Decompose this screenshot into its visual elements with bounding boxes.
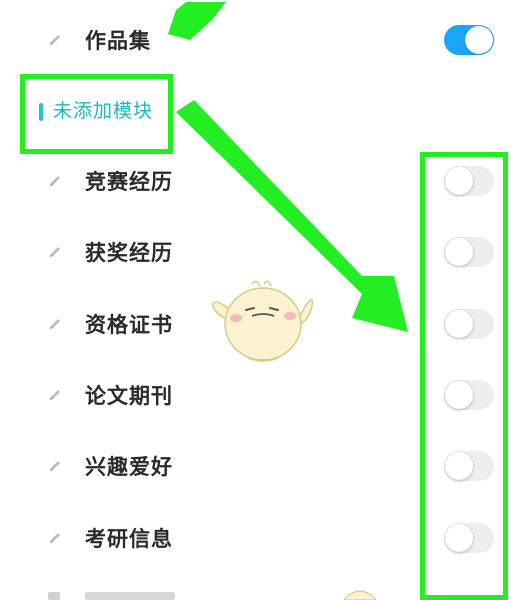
module-row-portfolio: 作品集: [0, 4, 523, 76]
module-label: 竞赛经历: [85, 170, 173, 194]
module-row-postgrad: 考研信息: [0, 502, 523, 574]
partial-row-placeholder: [85, 592, 175, 600]
section-title: 未添加模块: [53, 100, 154, 122]
module-toggle[interactable]: [444, 237, 494, 267]
pencil-icon[interactable]: [44, 170, 66, 192]
pencil-icon[interactable]: [44, 29, 66, 51]
module-label: 作品集: [85, 29, 151, 53]
pencil-icon[interactable]: [44, 384, 66, 406]
module-label: 论文期刊: [85, 384, 173, 408]
module-toggle[interactable]: [444, 523, 494, 553]
partial-row-pencil-icon: [48, 592, 60, 600]
toggle-knob: [445, 310, 473, 338]
module-label: 获奖经历: [85, 241, 173, 265]
module-toggle[interactable]: [444, 25, 494, 55]
module-toggle[interactable]: [444, 380, 494, 410]
module-row-competition: 竞赛经历: [0, 145, 523, 217]
pencil-icon[interactable]: [44, 241, 66, 263]
module-label: 兴趣爱好: [85, 455, 173, 479]
toggle-knob: [445, 381, 473, 409]
module-toggle[interactable]: [444, 309, 494, 339]
toggle-knob: [445, 238, 473, 266]
toggle-knob: [445, 524, 473, 552]
pencil-icon[interactable]: [44, 455, 66, 477]
pencil-icon[interactable]: [44, 527, 66, 549]
module-toggle[interactable]: [444, 166, 494, 196]
mascot-small-icon: [343, 590, 377, 600]
module-label: 考研信息: [85, 527, 173, 551]
module-row-hobbies: 兴趣爱好: [0, 430, 523, 502]
unadded-modules-header: 未添加模块: [20, 74, 170, 154]
module-label: 资格证书: [85, 313, 173, 337]
pencil-icon[interactable]: [44, 313, 66, 335]
toggle-knob: [445, 167, 473, 195]
toggle-knob: [465, 26, 493, 54]
section-accent-bar: [39, 103, 43, 121]
mascot-icon: [212, 280, 314, 362]
module-toggle[interactable]: [444, 451, 494, 481]
toggle-knob: [445, 452, 473, 480]
